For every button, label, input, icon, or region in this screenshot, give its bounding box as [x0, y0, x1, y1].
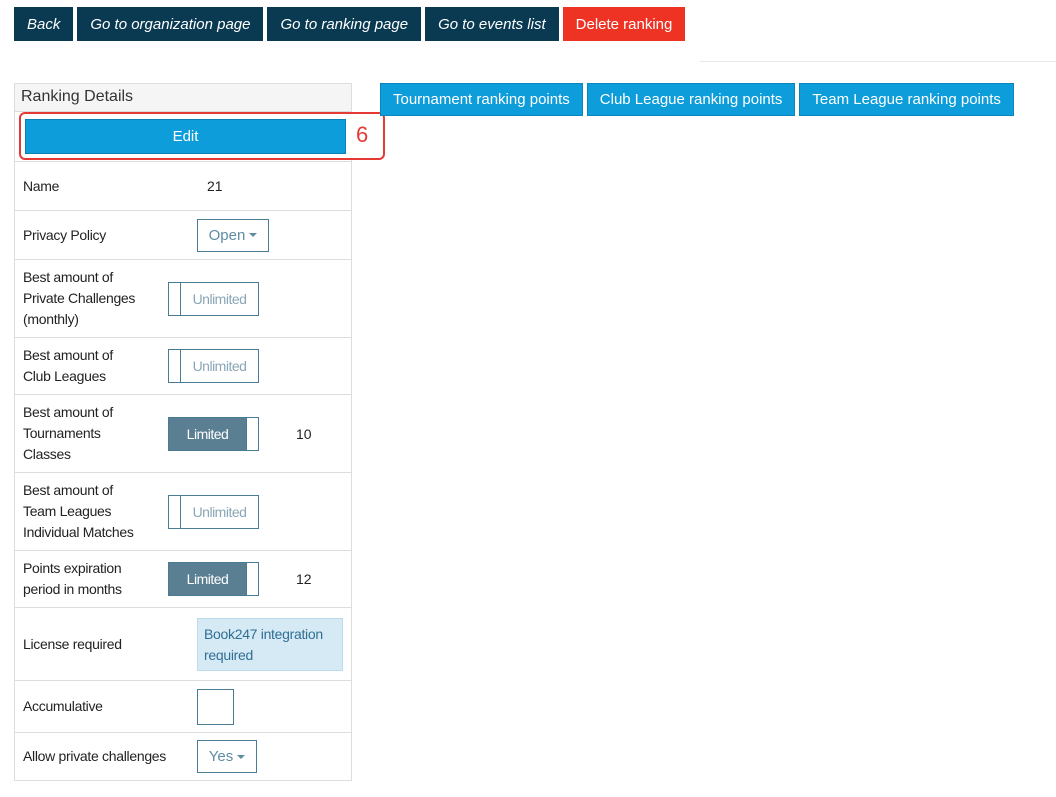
team-leagues-toggle[interactable]: Unlimited	[168, 494, 259, 529]
club-leagues-toggle[interactable]: Unlimited	[168, 349, 259, 383]
accumulative-checkbox[interactable]	[197, 688, 234, 725]
toggle-label: Unlimited	[192, 290, 247, 307]
row-private-challenges: Best amount of Private Challenges (month…	[15, 259, 351, 337]
privacy-policy-value: Open	[208, 226, 246, 244]
edit-highlight: Edit 6	[19, 112, 385, 160]
points-expiration-label: Points expiration period in months	[23, 560, 122, 597]
allow-private-challenges-label: Allow private challenges	[23, 748, 166, 764]
delete-ranking-button[interactable]: Delete ranking	[562, 7, 686, 41]
privacy-policy-label: Privacy Policy	[23, 226, 106, 243]
toggle-knob	[246, 417, 258, 450]
back-button[interactable]: Back	[14, 7, 74, 41]
points-expiration-toggle[interactable]: Limited	[168, 562, 259, 596]
row-team-leagues: Best amount of Team Leagues Individual M…	[15, 472, 351, 550]
top-navigation: Back Go to organization page Go to ranki…	[14, 7, 686, 41]
private-challenges-toggle[interactable]: Unlimited	[168, 281, 259, 316]
license-required-label: License required	[23, 635, 122, 652]
toggle-knob	[169, 282, 181, 315]
name-label: Name	[23, 177, 60, 194]
toggle-knob	[169, 350, 181, 382]
team-league-ranking-points-button[interactable]: Team League ranking points	[799, 83, 1014, 116]
tournament-ranking-points-button[interactable]: Tournament ranking points	[380, 83, 583, 116]
row-privacy-policy: Privacy Policy Open	[15, 210, 351, 259]
caret-down-icon	[237, 754, 246, 759]
toggle-label: Limited	[169, 417, 246, 450]
integration-required-notice: Book247 integration required	[197, 617, 343, 671]
edit-step-badge: 6	[356, 122, 369, 147]
row-name: Name 21	[15, 161, 351, 210]
private-challenges-label: Best amount of Private Challenges (month…	[23, 269, 136, 327]
club-league-ranking-points-button[interactable]: Club League ranking points	[586, 83, 796, 116]
ranking-points-tabs: Tournament ranking points Club League ra…	[380, 83, 1014, 116]
row-tournaments-classes: Best amount of Tournaments Classes Limit…	[15, 394, 351, 472]
edit-button[interactable]: Edit	[25, 119, 346, 154]
allow-private-challenges-value: Yes	[208, 748, 234, 765]
go-to-organization-button[interactable]: Go to organization page	[77, 7, 264, 41]
go-to-ranking-button[interactable]: Go to ranking page	[267, 7, 422, 41]
top-divider	[700, 61, 1056, 62]
row-points-expiration: Points expiration period in months Limit…	[15, 550, 351, 607]
toggle-label: Unlimited	[192, 503, 247, 520]
toggle-knob	[246, 563, 258, 595]
ranking-details-panel: Ranking Details Edit 6 Name 21 Privacy P…	[14, 83, 385, 781]
panel-title: Ranking Details	[15, 84, 351, 112]
row-allow-private-challenges: Allow private challenges Yes	[15, 732, 351, 780]
points-expiration-value: 12	[296, 571, 312, 587]
tournaments-classes-toggle[interactable]: Limited	[168, 416, 259, 451]
row-license-required: License required Book247 integration req…	[15, 607, 351, 680]
row-accumulative: Accumulative	[15, 680, 351, 732]
name-value: 21	[207, 178, 223, 194]
tournaments-classes-value: 10	[296, 425, 312, 442]
team-leagues-label: Best amount of Team Leagues Individual M…	[23, 482, 134, 540]
club-leagues-label: Best amount of Club Leagues	[23, 347, 113, 384]
allow-private-challenges-dropdown[interactable]: Yes	[197, 740, 257, 773]
tournaments-classes-label: Best amount of Tournaments Classes	[23, 404, 113, 462]
toggle-label: Unlimited	[192, 358, 247, 374]
go-to-events-button[interactable]: Go to events list	[425, 7, 559, 41]
toggle-knob	[169, 495, 181, 528]
accumulative-label: Accumulative	[23, 698, 103, 714]
row-club-leagues: Best amount of Club Leagues Unlimited	[15, 337, 351, 394]
toggle-label: Limited	[169, 563, 246, 595]
caret-down-icon	[249, 233, 258, 237]
privacy-policy-dropdown[interactable]: Open	[197, 218, 269, 252]
